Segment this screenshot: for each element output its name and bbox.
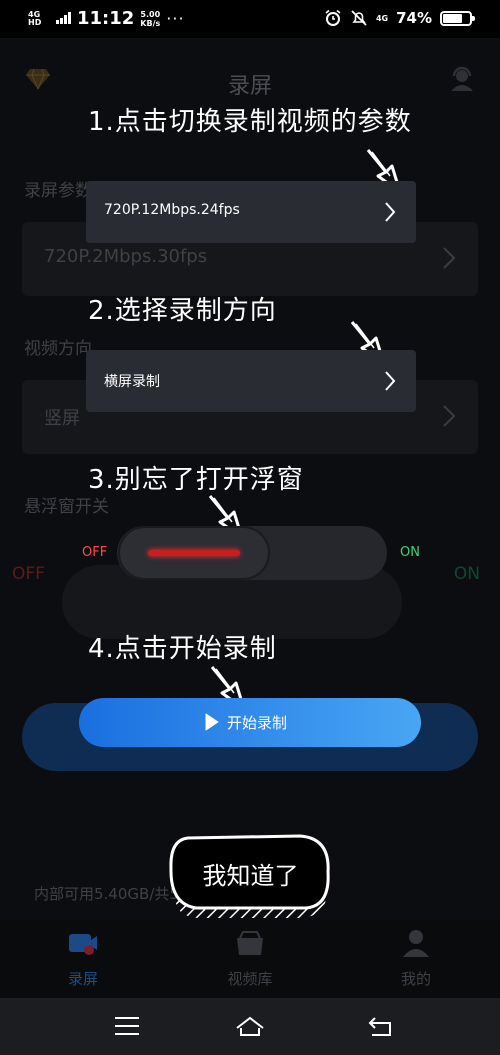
orientation-value: 竖屏 [44,408,80,429]
got-it-button[interactable]: 我知道了 [168,832,333,924]
tab-mine[interactable]: 我的 [356,920,476,998]
chevron-right-icon [443,405,456,427]
alarm-icon [325,9,341,26]
tab-bar: 录屏 视频库 我的 [0,920,500,998]
tab-video-library[interactable]: 视频库 [190,920,310,998]
signal-icon [56,11,71,24]
status-left: 4G HD 11:12 5.00 KB/s ··· [28,8,185,29]
status-bar: 4G HD 11:12 5.00 KB/s ··· 4G 74% [0,0,500,38]
network-type: 4G HD [28,9,42,27]
chevron-right-icon [385,202,396,222]
toggle-knob[interactable] [120,528,268,578]
tab-record-label: 录屏 [67,970,98,988]
guide-step-4: 4.点击开始录制 [88,634,277,664]
battery-fill [443,13,463,23]
chevron-right-icon [385,371,396,391]
folder-icon [237,931,263,955]
speed-value: 5.00 [140,9,161,19]
tab-record[interactable]: 录屏 [23,920,143,998]
clock: 11:12 [77,8,135,29]
resolution-highlight-card[interactable]: 720P.12Mbps.24fps [86,181,416,243]
more-notifications: ··· [166,9,185,28]
got-it-label: 我知道了 [202,862,299,890]
chevron-right-icon [443,247,456,269]
tab-video-library-label: 视频库 [227,970,273,988]
battery-icon [440,10,475,26]
orientation-section-label: 视频方向 [24,339,92,359]
toggle-off-indicator [148,550,240,556]
toggle-on-label-dim: ON [453,564,480,584]
orientation-option: 横屏录制 [104,374,160,390]
start-record-label: 开始录制 [227,714,288,732]
system-nav-bar [0,998,500,1055]
orientation-highlight-card[interactable]: 横屏录制 [86,350,416,412]
network-speed: 5.00 KB/s [140,10,160,28]
status-right: 4G 74% [324,9,475,27]
toggle-on-label: ON [400,545,420,560]
start-record-button[interactable]: 开始录制 [79,698,421,747]
home-icon[interactable] [235,1014,265,1038]
customer-service-icon[interactable] [448,64,476,92]
toggle-off-label: OFF [82,545,108,560]
guide-step-2: 2.选择录制方向 [88,296,277,326]
play-icon [205,713,219,731]
page-title: 录屏 [227,74,272,99]
guide-step-1: 1.点击切换录制视频的参数 [88,107,412,137]
resolution-value: 720P.2Mbps.30fps [44,246,208,267]
speed-unit: KB/s [140,18,161,28]
resolution-section-label: 录屏参数 [24,181,92,201]
user-icon [403,930,429,957]
toggle-off-label-dim: OFF [12,564,45,584]
battery-percent: 74% [396,9,432,27]
resolution-option: 720P.12Mbps.24fps [104,202,240,218]
tab-mine-label: 我的 [400,970,431,988]
mobile-data: 4G [375,13,389,23]
record-icon [69,934,97,955]
mute-icon [351,10,367,26]
back-icon[interactable] [366,1014,396,1038]
guide-step-3: 3.别忘了打开浮窗 [88,465,304,495]
menu-icon[interactable] [112,1014,142,1038]
